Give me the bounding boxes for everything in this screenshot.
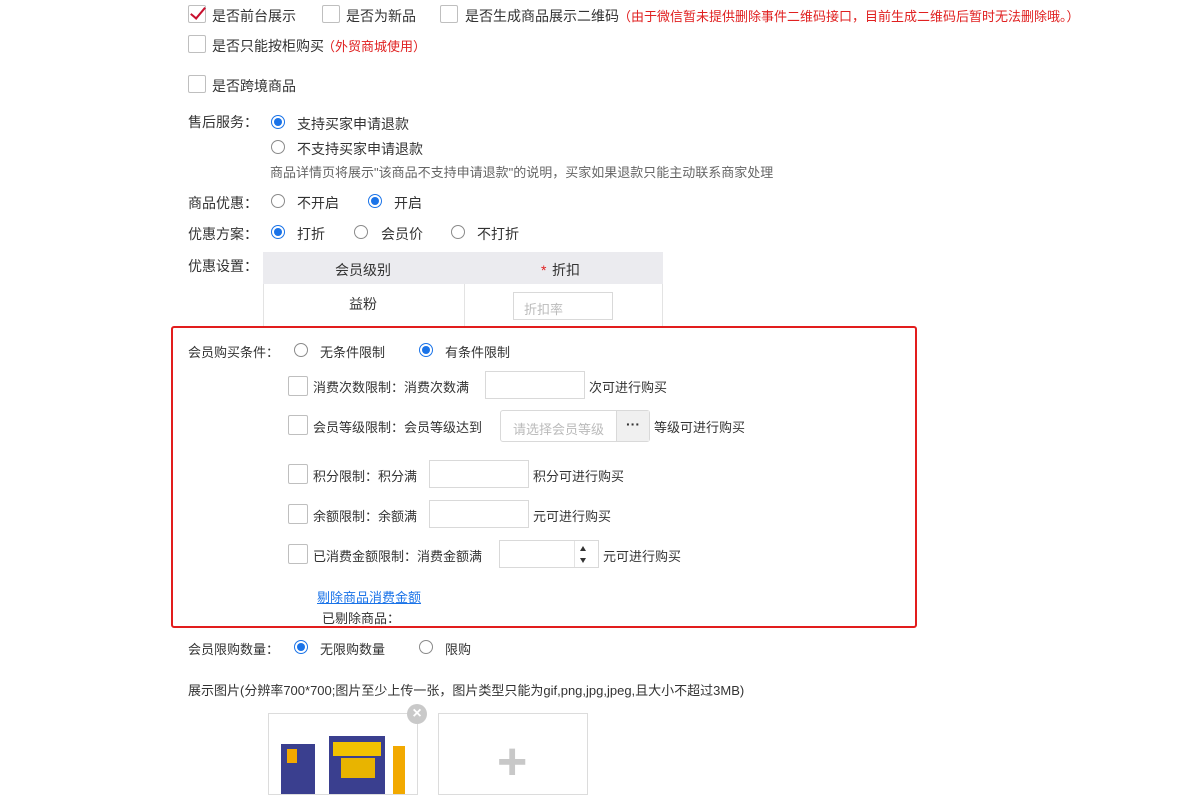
scheme-discount-radio[interactable] <box>271 225 285 239</box>
after-sales-note: 商品详情页将展示"该商品不支持申请退款"的说明，买家如果退款只能主动联系商家处理 <box>270 165 774 180</box>
unlimited-qty-radio[interactable] <box>294 640 308 654</box>
limited-qty-radio[interactable] <box>419 640 433 654</box>
spent-limit-label: 已消费金额限制：消费金额满 <box>313 549 483 564</box>
count-limit-suffix: 次可进行购买 <box>589 380 668 395</box>
unconditional-label: 无条件限制 <box>320 345 386 360</box>
conditional-label: 有条件限制 <box>445 345 511 360</box>
spent-spinner[interactable] <box>574 541 591 567</box>
unconditional-radio[interactable] <box>294 343 308 357</box>
cross-border-label: 是否跨境商品 <box>212 78 296 94</box>
is-new-label: 是否为新品 <box>346 8 416 24</box>
after-sales-label: 售后服务： <box>188 114 258 130</box>
purchase-condition-label: 会员购买条件： <box>188 345 280 360</box>
spent-limit-checkbox[interactable] <box>288 544 308 564</box>
balance-limit-checkbox[interactable] <box>288 504 308 524</box>
scheme-discount-label: 打折 <box>297 226 325 242</box>
unlimited-qty-label: 无限购数量 <box>320 642 386 657</box>
qrcode-note: （由于微信暂未提供删除事件二维码接口，目前生成二维码后暂时无法删除哦。） <box>618 9 1080 24</box>
product-image <box>281 736 405 794</box>
cross-border-checkbox[interactable] <box>188 75 206 93</box>
level-select-input[interactable]: 请选择会员等级 ··· <box>500 410 650 442</box>
remove-image-button[interactable]: × <box>407 704 427 724</box>
balance-limit-suffix: 元可进行购买 <box>533 509 612 524</box>
discount-off-label: 不开启 <box>297 195 339 211</box>
plus-icon: + <box>497 733 528 791</box>
level-limit-suffix: 等级可进行购买 <box>654 420 746 435</box>
front-display-checkbox[interactable] <box>188 5 206 23</box>
excluded-goods-label: 已剔除商品： <box>322 611 401 626</box>
counter-only-label: 是否只能按柜购买 <box>212 38 324 54</box>
count-limit-input[interactable] <box>485 371 585 399</box>
limit-qty-label: 会员限购数量： <box>188 642 280 657</box>
front-display-label: 是否前台展示 <box>212 8 296 24</box>
discount-rate-placeholder: 折扣率 <box>524 302 564 317</box>
balance-limit-input[interactable] <box>429 500 529 528</box>
more-icon: ··· <box>626 416 640 432</box>
is-new-checkbox[interactable] <box>322 5 340 23</box>
points-limit-checkbox[interactable] <box>288 464 308 484</box>
settings-label: 优惠设置： <box>188 258 258 274</box>
counter-note: （外贸商城使用） <box>322 39 427 54</box>
gen-qrcode-label: 是否生成商品展示二维码 <box>465 8 619 24</box>
discount-off-radio[interactable] <box>271 194 285 208</box>
level-limit-checkbox[interactable] <box>288 415 308 435</box>
count-limit-label: 消费次数限制：消费次数满 <box>313 380 470 395</box>
spent-limit-suffix: 元可进行购买 <box>603 549 682 564</box>
limited-qty-label: 限购 <box>445 642 472 657</box>
exclude-goods-link[interactable]: 剔除商品消费金额 <box>317 587 421 606</box>
after-sales-not-support-radio[interactable] <box>271 140 285 154</box>
after-sales-not-support-label: 不支持买家申请退款 <box>297 141 423 157</box>
after-sales-support-label: 支持买家申请退款 <box>297 116 409 132</box>
scheme-no-discount-label: 不打折 <box>477 226 519 242</box>
level-select-placeholder: 请选择会员等级 <box>513 422 605 437</box>
count-limit-checkbox[interactable] <box>288 376 308 396</box>
images-label: 展示图片(分辨率700*700;图片至少上传一张，图片类型只能为gif,png,… <box>188 683 745 698</box>
after-sales-support-radio[interactable] <box>271 115 285 129</box>
balance-limit-label: 余额限制：余额满 <box>313 509 418 524</box>
scheme-no-discount-radio[interactable] <box>451 225 465 239</box>
points-limit-suffix: 积分可进行购买 <box>533 469 625 484</box>
points-limit-input[interactable] <box>429 460 529 488</box>
required-star: * <box>541 262 547 278</box>
scheme-member-price-radio[interactable] <box>354 225 368 239</box>
discount-on-radio[interactable] <box>368 194 382 208</box>
discount-label: 商品优惠： <box>188 195 258 211</box>
scheme-label: 优惠方案： <box>188 226 258 242</box>
row-level-value: 益粉 <box>349 296 377 312</box>
level-limit-label: 会员等级限制：会员等级达到 <box>313 420 483 435</box>
points-limit-label: 积分限制：积分满 <box>313 469 418 484</box>
spin-down-icon[interactable] <box>580 558 586 563</box>
scheme-member-price-label: 会员价 <box>381 226 423 242</box>
counter-only-checkbox[interactable] <box>188 35 206 53</box>
close-icon: × <box>412 705 422 722</box>
conditional-radio[interactable] <box>419 343 433 357</box>
spent-limit-input[interactable] <box>499 540 599 568</box>
discount-on-label: 开启 <box>394 195 422 211</box>
row-divider <box>464 284 465 326</box>
settings-table-header <box>263 252 663 284</box>
level-picker-button[interactable]: ··· <box>616 411 649 441</box>
discount-rate-input[interactable]: 折扣率 <box>513 292 613 320</box>
col-level-header: 会员级别 <box>335 262 391 278</box>
gen-qrcode-checkbox[interactable] <box>440 5 458 23</box>
spin-up-icon[interactable] <box>580 546 586 551</box>
col-discount-header: 折扣 <box>552 262 580 278</box>
